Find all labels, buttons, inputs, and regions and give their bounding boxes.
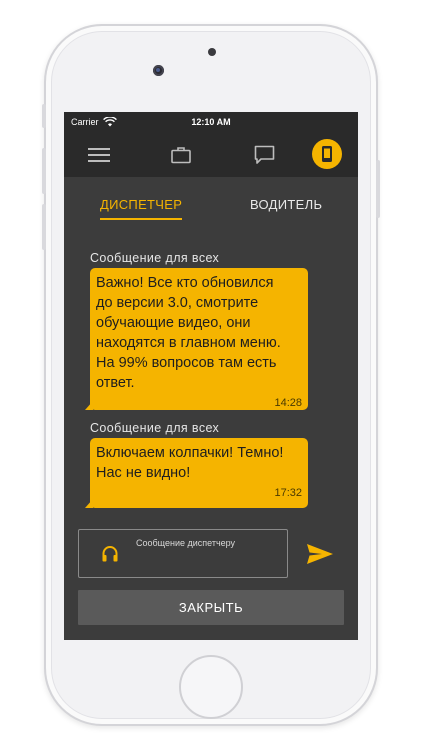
app-screen: Carrier 12:10 AM ДИСПЕТЧЕР ВОДИТЕЛЬ Сооб… bbox=[64, 112, 358, 640]
dispatcher-message-input[interactable]: Сообщение диспетчеру bbox=[78, 529, 288, 578]
headset-icon bbox=[102, 546, 118, 562]
tab-driver[interactable]: ВОДИТЕЛЬ bbox=[250, 197, 322, 212]
tab-bar: ДИСПЕТЧЕР ВОДИТЕЛЬ bbox=[64, 177, 358, 227]
chat-icon[interactable] bbox=[249, 140, 279, 170]
message-label: Сообщение для всех bbox=[90, 251, 220, 265]
phone-device-icon[interactable] bbox=[312, 139, 342, 169]
menu-icon[interactable] bbox=[84, 140, 114, 170]
volume-up-button bbox=[42, 148, 46, 194]
nav-bar bbox=[64, 132, 358, 177]
message-time: 14:28 bbox=[274, 397, 302, 409]
message-bubble: Включаем колпачки! Темно! Нас не видно! … bbox=[85, 438, 308, 508]
status-time: 12:10 AM bbox=[191, 117, 231, 127]
message-bubble: Важно! Все кто обновился до версии 3.0, … bbox=[85, 268, 308, 410]
message-text: Важно! Все кто обновился до версии 3.0, … bbox=[96, 275, 281, 391]
input-placeholder: Сообщение диспетчеру bbox=[136, 538, 236, 548]
power-button bbox=[376, 160, 380, 218]
home-button[interactable] bbox=[179, 655, 243, 719]
status-bar: Carrier 12:10 AM bbox=[64, 112, 358, 132]
front-camera bbox=[153, 65, 164, 76]
send-icon[interactable] bbox=[306, 543, 334, 565]
message-text: Включаем колпачки! Темно! Нас не видно! bbox=[96, 445, 284, 481]
speaker-dot bbox=[208, 48, 216, 56]
volume-down-button bbox=[42, 204, 46, 250]
message-time: 17:32 bbox=[274, 487, 302, 499]
message-label: Сообщение для всех bbox=[90, 421, 220, 435]
close-button[interactable]: ЗАКРЫТЬ bbox=[78, 590, 344, 625]
briefcase-icon[interactable] bbox=[166, 140, 196, 170]
mute-switch bbox=[42, 104, 46, 128]
tab-dispatcher[interactable]: ДИСПЕТЧЕР bbox=[100, 197, 183, 220]
